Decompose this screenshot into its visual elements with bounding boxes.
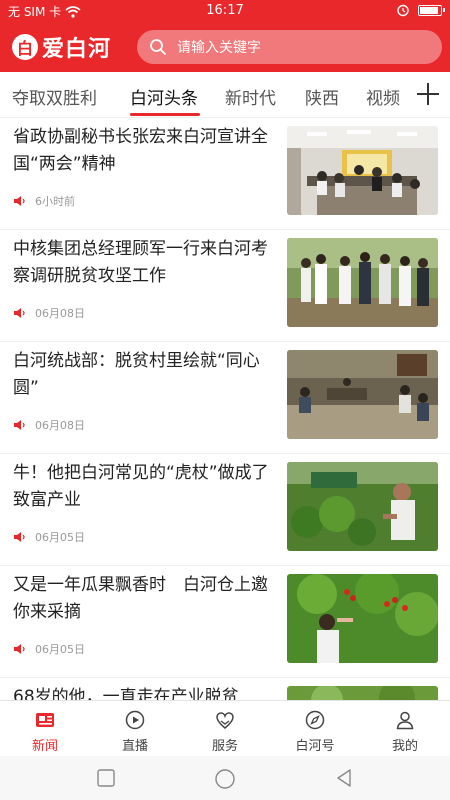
nav-label: 直播 <box>121 739 148 754</box>
news-item[interactable]: 省政协副秘书长张宏来白河宣讲全国“两会”精神 6小时前 <box>0 118 450 230</box>
news-time: 06月05日 <box>35 531 85 544</box>
speaker-icon[interactable] <box>13 531 27 543</box>
news-thumbnail <box>287 126 438 215</box>
add-tab-icon[interactable] <box>414 80 442 108</box>
news-thumbnail <box>287 686 438 700</box>
news-title: 中核集团总经理顾军一行来白河考察调研脱贫攻坚工作 <box>13 239 268 286</box>
logo-text: 爱白河 <box>42 36 112 62</box>
news-item[interactable]: 中核集团总经理顾军一行来白河考察调研脱贫攻坚工作 06月08日 <box>0 230 450 342</box>
app-logo: 白 爱白河 <box>12 31 111 63</box>
nav-label: 服务 <box>211 739 238 754</box>
nav-label: 新闻 <box>31 739 58 754</box>
news-time: 06月05日 <box>35 643 85 656</box>
tab-item[interactable]: 视频 <box>366 84 400 109</box>
app-header: 白 爱白河 请输入关键字 <box>0 22 450 72</box>
battery-icon <box>418 4 445 16</box>
nav-profile[interactable]: 我的 <box>360 701 450 757</box>
live-icon <box>125 710 145 730</box>
nav-news[interactable]: 新闻 <box>0 701 90 757</box>
compass-icon <box>305 710 325 730</box>
home-icon[interactable] <box>214 768 236 790</box>
nav-service[interactable]: 服务 <box>180 701 270 757</box>
news-time: 6小时前 <box>35 195 75 208</box>
news-title: 又是一年瓜果飘香时 白河仓上邀你来采摘 <box>13 575 268 622</box>
active-tab-indicator <box>130 113 200 116</box>
speaker-icon[interactable] <box>13 419 27 431</box>
speaker-icon[interactable] <box>13 643 27 655</box>
news-meta: 06月05日 <box>13 529 85 545</box>
nav-baihe-hao[interactable]: 白河号 <box>270 701 360 757</box>
profile-icon <box>396 711 414 730</box>
status-bar: 无 SIM 卡 16:17 <box>0 0 450 22</box>
news-item[interactable]: 又是一年瓜果飘香时 白河仓上邀你来采摘 06月05日 <box>0 566 450 678</box>
status-time: 16:17 <box>206 3 244 18</box>
recent-apps-icon[interactable] <box>96 768 116 788</box>
tab-item-active[interactable]: 白河头条 <box>130 84 198 109</box>
speaker-icon[interactable] <box>13 307 27 319</box>
speaker-icon[interactable] <box>13 195 27 207</box>
news-meta: 06月05日 <box>13 641 85 657</box>
news-meta: 06月08日 <box>13 417 85 433</box>
news-time: 06月08日 <box>35 307 85 320</box>
alarm-icon <box>397 4 409 17</box>
news-thumbnail <box>287 462 438 551</box>
logo-mark: 白 <box>12 34 38 60</box>
news-item[interactable]: 白河统战部：脱贫村里绘就“同心圆” 06月08日 <box>0 342 450 454</box>
news-title: 白河统战部：脱贫村里绘就“同心圆” <box>13 351 260 398</box>
nav-label: 我的 <box>391 739 418 754</box>
news-thumbnail <box>287 238 438 327</box>
back-icon[interactable] <box>334 768 354 788</box>
search-input[interactable]: 请输入关键字 <box>137 30 442 64</box>
news-icon <box>36 713 54 727</box>
tab-item[interactable]: 新时代 <box>225 84 276 109</box>
service-icon <box>216 712 234 729</box>
news-title: 省政协副秘书长张宏来白河宣讲全国“两会”精神 <box>13 127 268 174</box>
tab-item[interactable]: 夺取双胜利 <box>12 84 97 109</box>
system-nav-bar <box>0 756 450 800</box>
search-placeholder: 请输入关键字 <box>177 40 261 56</box>
bottom-nav: 新闻 直播 服务 白河号 我的 <box>0 700 450 756</box>
news-item[interactable]: 68岁的他，一直走在产业脱贫 <box>0 678 450 700</box>
search-icon <box>150 39 166 55</box>
news-time: 06月08日 <box>35 419 85 432</box>
nav-live[interactable]: 直播 <box>90 701 180 757</box>
news-title: 68岁的他，一直走在产业脱贫 <box>13 687 239 700</box>
nav-label: 白河号 <box>295 739 335 754</box>
news-thumbnail <box>287 350 438 439</box>
category-tabs: 夺取双胜利 白河头条 新时代 陕西 视频 <box>0 72 450 118</box>
news-title: 牛！他把白河常见的“虎杖”做成了致富产业 <box>13 463 269 510</box>
tab-item[interactable]: 陕西 <box>305 84 339 109</box>
news-meta: 06月08日 <box>13 305 85 321</box>
news-list: 省政协副秘书长张宏来白河宣讲全国“两会”精神 6小时前 中核集团总经理顾军一行来… <box>0 118 450 700</box>
news-meta: 6小时前 <box>13 193 75 209</box>
news-thumbnail <box>287 574 438 663</box>
news-item[interactable]: 牛！他把白河常见的“虎杖”做成了致富产业 06月05日 <box>0 454 450 566</box>
